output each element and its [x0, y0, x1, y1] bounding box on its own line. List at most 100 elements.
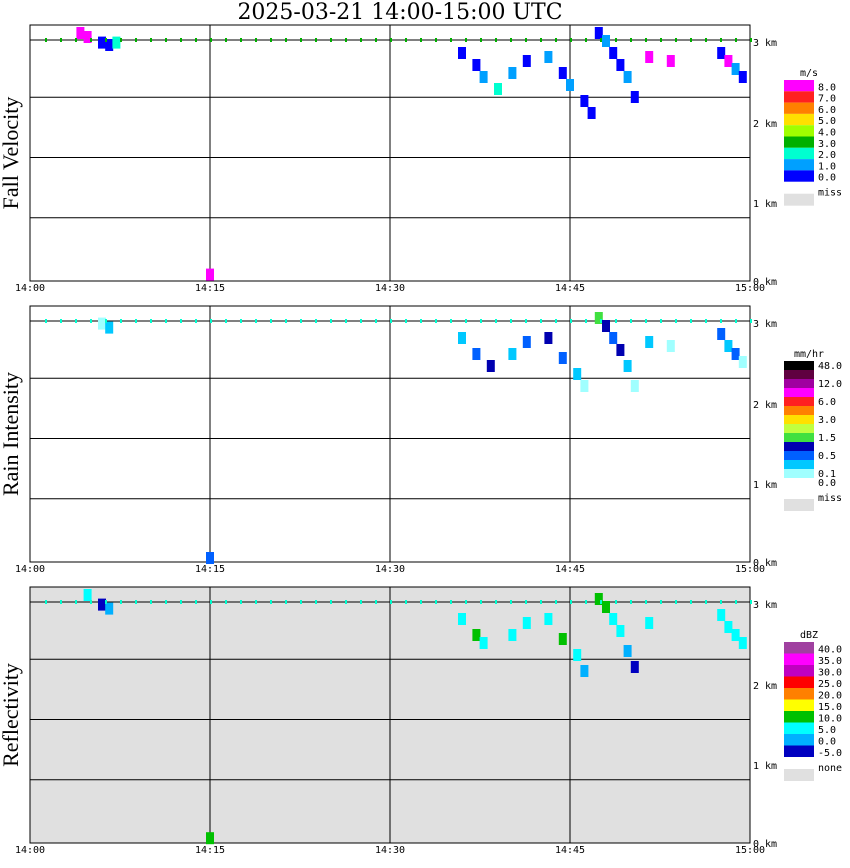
data-cell — [580, 95, 589, 107]
data-cell — [724, 621, 733, 633]
artifact-mark — [285, 319, 287, 323]
data-cell — [508, 348, 517, 360]
data-cell — [623, 360, 632, 372]
data-cell — [573, 368, 582, 380]
artifact-mark — [645, 600, 647, 604]
data-cell — [616, 625, 625, 637]
data-cell — [522, 336, 531, 348]
legend-swatch — [784, 699, 814, 711]
artifact-mark — [360, 38, 362, 42]
legend-swatch — [784, 665, 814, 677]
artifact-mark — [690, 600, 692, 604]
artifact-mark — [300, 38, 302, 42]
artifact-mark — [645, 319, 647, 323]
data-cell — [666, 55, 675, 67]
artifact-mark — [180, 38, 182, 42]
artifact-mark — [240, 600, 242, 604]
data-cell — [98, 598, 106, 611]
legend-swatch — [784, 734, 814, 746]
artifact-mark — [630, 319, 632, 323]
legend-swatch — [784, 370, 814, 379]
legend-missing-label: miss — [818, 188, 842, 199]
legend-swatch — [784, 379, 814, 388]
artifact-mark — [330, 38, 332, 42]
time-tick-label: 14:30 — [375, 564, 405, 575]
legend-swatch — [784, 388, 814, 397]
artifact-mark — [600, 319, 602, 323]
legend-label: 6.0 — [818, 397, 836, 408]
artifact-mark — [660, 600, 662, 604]
artifact-mark — [315, 319, 317, 323]
artifact-mark — [645, 38, 647, 42]
legend-swatch — [784, 688, 814, 700]
artifact-mark — [300, 319, 302, 323]
data-cell — [724, 55, 733, 67]
legend-label: 1.0 — [818, 161, 836, 172]
artifact-mark — [630, 600, 632, 604]
artifact-mark — [90, 319, 92, 323]
artifact-mark — [210, 600, 212, 604]
legend-label: 15.0 — [818, 702, 842, 713]
data-cell — [580, 665, 589, 677]
legend-swatch — [784, 676, 814, 688]
artifact-mark — [435, 319, 437, 323]
artifact-mark — [225, 319, 227, 323]
artifact-mark — [510, 38, 512, 42]
artifact-mark — [225, 600, 227, 604]
data-cell — [566, 79, 574, 91]
height-tick-label: 2 km — [753, 681, 777, 692]
artifact-mark — [375, 600, 377, 604]
data-cell — [522, 617, 531, 629]
data-cell — [486, 360, 495, 372]
data-cell — [602, 35, 610, 47]
artifact-mark — [450, 319, 452, 323]
legend-label: 0.0 — [818, 173, 836, 184]
artifact-mark — [615, 38, 617, 42]
data-cell — [616, 59, 625, 71]
legend-swatch — [784, 642, 814, 654]
height-tick-label: 0 km — [753, 558, 777, 569]
data-cell — [472, 629, 481, 641]
artifact-mark — [585, 319, 587, 323]
artifact-mark — [600, 600, 602, 604]
data-cell — [724, 340, 733, 352]
time-tick-label: 14:00 — [15, 283, 45, 294]
artifact-mark — [735, 38, 737, 42]
legend-swatch — [784, 442, 814, 451]
artifact-mark — [525, 319, 527, 323]
time-tick-label: 14:45 — [555, 564, 585, 575]
artifact-mark — [360, 319, 362, 323]
artifact-mark — [345, 319, 347, 323]
panel-label: Rain Intensity — [0, 372, 23, 496]
data-cell — [98, 36, 106, 49]
artifact-mark — [285, 600, 287, 604]
height-tick-label: 3 km — [753, 38, 777, 49]
data-cell — [206, 552, 214, 564]
legend-swatch — [784, 397, 814, 406]
panel-label: Reflectivity — [0, 663, 23, 767]
artifact-mark — [105, 600, 107, 604]
artifact-mark — [720, 600, 722, 604]
artifact-mark — [195, 319, 197, 323]
artifact-mark — [495, 38, 497, 42]
artifact-mark — [285, 38, 287, 42]
legend-swatch — [784, 424, 814, 433]
artifact-mark — [750, 38, 752, 42]
artifact-mark — [570, 38, 572, 42]
time-tick-label: 14:15 — [195, 564, 225, 575]
artifact-mark — [570, 600, 572, 604]
time-tick-label: 14:45 — [555, 845, 585, 856]
artifact-mark — [555, 600, 557, 604]
data-cell — [602, 601, 610, 613]
legend-label: 1.5 — [818, 433, 836, 444]
artifact-mark — [60, 319, 62, 323]
artifact-mark — [165, 600, 167, 604]
legend-swatch — [784, 91, 814, 103]
time-tick-label: 14:15 — [195, 845, 225, 856]
data-cell — [479, 71, 488, 83]
artifact-mark — [330, 319, 332, 323]
artifact-mark — [330, 600, 332, 604]
artifact-mark — [465, 600, 467, 604]
radar-figure: Fall Velocity14:00 14:15 14:30 14:45 15:000 … — [0, 24, 842, 856]
artifact-mark — [615, 319, 617, 323]
